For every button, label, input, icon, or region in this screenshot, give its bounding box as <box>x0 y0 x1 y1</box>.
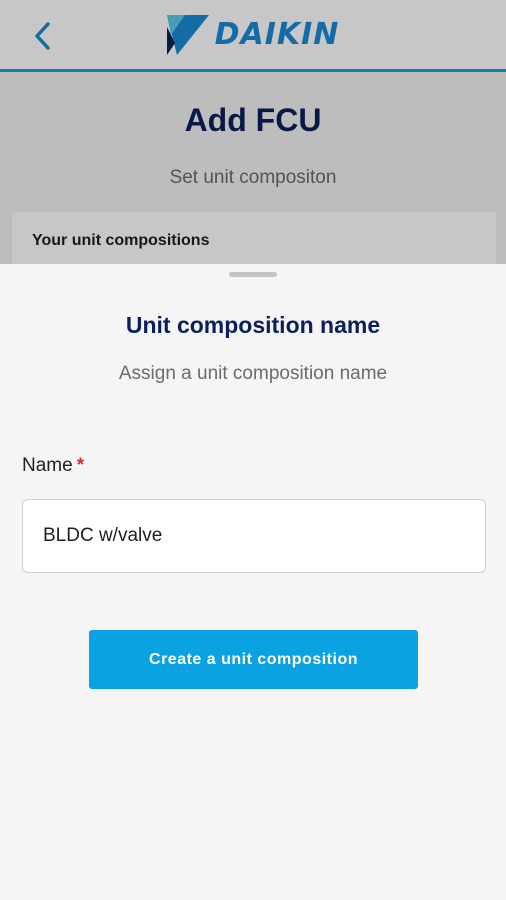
bottom-sheet: Unit composition name Assign a unit comp… <box>0 264 506 900</box>
name-field-label: Name * <box>22 455 84 477</box>
create-unit-composition-button[interactable]: Create a unit composition <box>89 630 418 689</box>
sheet-subtitle: Assign a unit composition name <box>118 363 388 384</box>
required-marker: * <box>76 455 85 476</box>
composition-name-input[interactable] <box>22 499 486 573</box>
sheet-title: Unit composition name <box>125 312 381 338</box>
name-label-text: Name <box>22 455 73 476</box>
drag-handle[interactable] <box>229 272 277 277</box>
